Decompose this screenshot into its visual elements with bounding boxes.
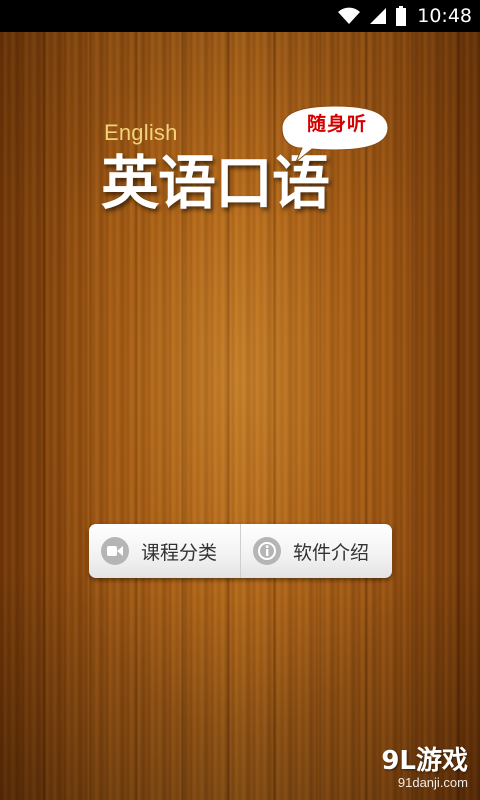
logo-english-text: English <box>104 120 178 145</box>
course-category-button[interactable]: 课程分类 <box>89 524 240 578</box>
watermark-url: 91danji.com <box>397 775 468 790</box>
course-category-label: 课程分类 <box>141 541 218 564</box>
video-camera-icon <box>101 537 129 565</box>
watermark-logo: 9L游戏 <box>381 746 468 776</box>
site-watermark: 9L游戏 91danji.com <box>381 746 468 790</box>
battery-icon <box>395 6 407 26</box>
status-bar: 10:48 <box>0 0 480 32</box>
wifi-icon <box>337 6 361 26</box>
info-icon <box>253 537 281 565</box>
menu-button-bar: 课程分类 软件介绍 <box>89 524 392 578</box>
software-info-label: 软件介绍 <box>293 541 370 564</box>
signal-icon <box>369 7 387 25</box>
status-time: 10:48 <box>417 5 472 27</box>
software-info-button[interactable]: 软件介绍 <box>240 524 392 578</box>
bubble-text: 随身听 <box>306 113 367 135</box>
app-screen: 10:48 English 英语口语 随身听 课程分类 软件介绍 9L游戏 91… <box>0 0 480 800</box>
